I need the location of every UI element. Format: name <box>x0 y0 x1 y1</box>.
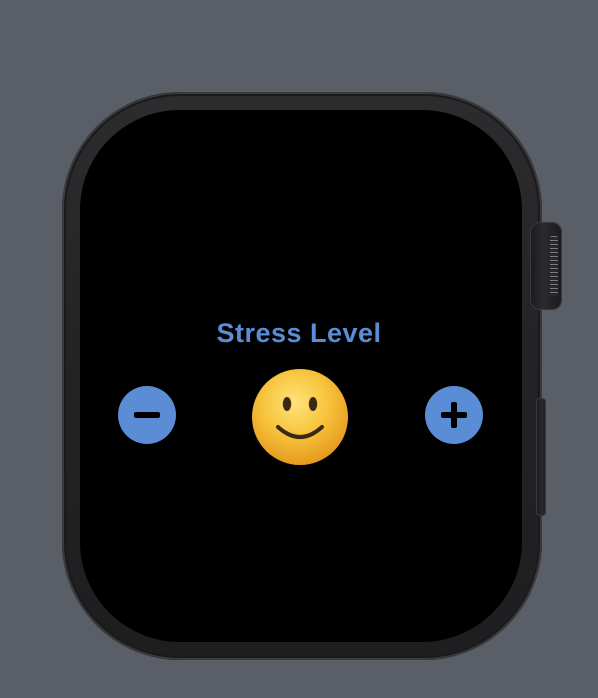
decrease-button[interactable] <box>118 386 176 444</box>
increase-button[interactable] <box>425 386 483 444</box>
digital-crown[interactable] <box>530 222 562 310</box>
side-button[interactable] <box>536 398 546 516</box>
crown-ridges <box>550 236 558 296</box>
watch-simulator: Stress Level <box>0 0 598 698</box>
screen-title: Stress Level <box>216 318 382 348</box>
slightly-smiling-face-emoji <box>252 369 348 465</box>
plus-icon <box>441 402 467 428</box>
minus-icon <box>134 402 160 428</box>
